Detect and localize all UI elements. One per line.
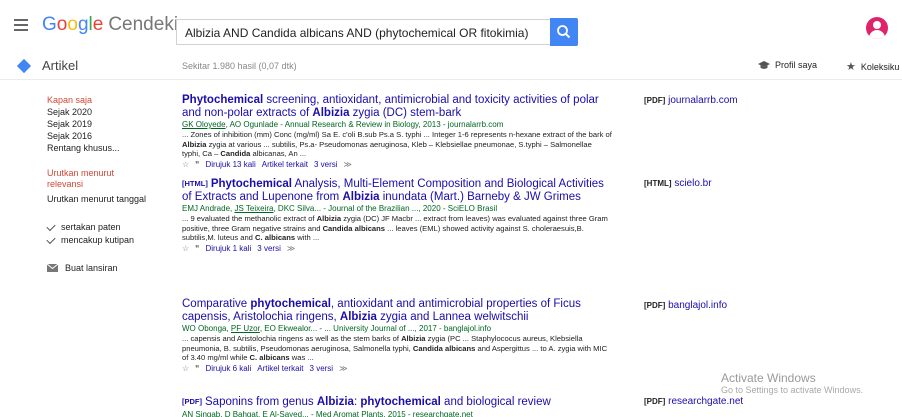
sort-by-relevance[interactable]: Urutkan menurut relevansi — [47, 168, 117, 190]
filter-any-time[interactable]: Kapan saja — [47, 94, 172, 106]
result-actions: ☆ ❞ Dirujuk 13 kali Artikel terkait 3 ve… — [182, 159, 612, 170]
create-alert-link[interactable]: Buat lansiran — [47, 263, 172, 273]
articles-icon — [16, 58, 32, 74]
my-profile-label: Profil saya — [775, 60, 818, 70]
result-actions: ☆ ❞ Dirujuk 6 kali Artikel terkait 3 ver… — [182, 363, 612, 374]
graduation-cap-icon — [758, 60, 770, 69]
result-authors: WO Obonga, PF Uzor, EO Ekwealor... - ...… — [182, 324, 492, 333]
cite-quote-icon[interactable]: ❞ — [195, 363, 199, 374]
create-alert-label: Buat lansiran — [65, 263, 118, 273]
versions-link[interactable]: 3 versi — [314, 159, 338, 170]
versions-link[interactable]: 3 versi — [310, 363, 334, 374]
save-star-icon[interactable]: ☆ — [182, 243, 189, 254]
watermark-subtitle: Go to Settings to activate Windows. — [721, 385, 864, 395]
result-authors: AN Singab, D Bahgat, E Al-Sayed... - Med… — [182, 409, 473, 417]
result-actions: ☆ ❞ Dirujuk 1 kali 3 versi ≫ — [182, 243, 612, 254]
fulltext-link[interactable]: [PDF] researchgate.net — [644, 396, 743, 407]
header-bar: Google Cendekia Albizia AND Candida albic… — [0, 0, 902, 52]
search-result: Phytochemical screening, antioxidant, an… — [182, 94, 612, 170]
include-citations-checkbox[interactable]: mencakup kutipan — [46, 234, 172, 247]
checkmark-icon — [46, 221, 56, 231]
filter-since-2016[interactable]: Sejak 2016 — [47, 130, 172, 142]
cited-by-link[interactable]: Dirujuk 6 kali — [205, 363, 251, 374]
fulltext-link[interactable]: [HTML] scielo.br — [644, 178, 712, 189]
fulltext-link[interactable]: [PDF] journalarrb.com — [644, 95, 738, 106]
subheader-bar: Artikel Sekitar 1.980 hasil (0,07 dtk) P… — [0, 52, 902, 80]
search-result: [PDF] Saponins from genus Albizia: phytoc… — [182, 396, 612, 417]
search-result: Comparative phytochemical, antioxidant a… — [182, 298, 612, 374]
result-title-link[interactable]: Comparative phytochemical, antioxidant a… — [182, 298, 612, 323]
scholar-logo[interactable]: Google Cendekia — [42, 14, 189, 36]
fulltext-site: banglajol.info — [668, 300, 728, 311]
search-icon — [557, 25, 571, 39]
fulltext-site: researchgate.net — [668, 396, 744, 407]
fulltext-site: journalarrb.com — [668, 95, 738, 106]
result-snippet: ... Zones of inhibition (mm) Conc (mg/ml… — [182, 130, 612, 159]
more-options-icon[interactable]: ≫ — [287, 243, 295, 254]
result-snippet: ... 9 evaluated the methanolic extract o… — [182, 214, 608, 243]
activate-windows-watermark: Activate Windows Go to Settings to activ… — [721, 371, 863, 395]
result-title-text: Phytochemical Analysis, Multi-Element Co… — [182, 178, 604, 203]
checkmark-icon — [46, 234, 56, 244]
fulltext-link[interactable]: [PDF] banglajol.info — [644, 300, 727, 311]
save-star-icon[interactable]: ☆ — [182, 159, 189, 170]
cited-by-link[interactable]: Dirujuk 1 kali — [205, 243, 251, 254]
logo-letter: g — [77, 14, 89, 35]
result-format-tag: [PDF] — [182, 397, 202, 406]
logo-letter: e — [92, 14, 104, 35]
filter-since-2019[interactable]: Sejak 2019 — [47, 118, 172, 130]
result-count: Sekitar 1.980 hasil (0,07 dtk) — [182, 61, 297, 71]
include-citations-label: mencakup kutipan — [61, 235, 135, 245]
search-button[interactable] — [550, 18, 578, 46]
logo-letter: G — [42, 14, 57, 35]
articles-label[interactable]: Artikel — [42, 58, 78, 73]
cite-quote-icon[interactable]: ❞ — [195, 243, 199, 254]
star-icon: ★ — [846, 61, 856, 73]
filter-sidebar: Kapan saja Sejak 2020 Sejak 2019 Sejak 2… — [46, 94, 172, 273]
related-articles-link[interactable]: Artikel terkait — [257, 363, 303, 374]
more-options-icon[interactable]: ≫ — [344, 159, 352, 170]
save-star-icon[interactable]: ☆ — [182, 363, 189, 374]
result-title-link[interactable]: [PDF] Saponins from genus Albizia: phytoc… — [182, 396, 612, 409]
related-articles-link[interactable]: Artikel terkait — [262, 159, 308, 170]
result-format-tag: [HTML] — [182, 179, 208, 188]
logo-letter: o — [56, 14, 68, 35]
my-profile-link[interactable]: Profil saya — [758, 60, 817, 70]
fulltext-site: scielo.br — [674, 178, 712, 189]
watermark-title: Activate Windows — [721, 371, 816, 385]
filter-since-2020[interactable]: Sejak 2020 — [47, 106, 172, 118]
search-input[interactable]: Albizia AND Candida albicans AND (phytoc… — [176, 19, 550, 45]
my-library-link[interactable]: ★ Koleksiku — [846, 60, 899, 73]
fulltext-type: [HTML] — [644, 179, 672, 188]
versions-link[interactable]: 3 versi — [257, 243, 281, 254]
more-options-icon[interactable]: ≫ — [339, 363, 347, 374]
result-title-text: Comparative phytochemical, antioxidant a… — [182, 298, 581, 323]
cite-quote-icon[interactable]: ❞ — [195, 159, 199, 170]
my-library-label: Koleksiku — [860, 61, 900, 72]
result-authors: GK Oloyede, AO Ogunlade - Annual Researc… — [182, 120, 504, 129]
result-title-link[interactable]: Phytochemical screening, antioxidant, an… — [182, 94, 612, 119]
include-patents-checkbox[interactable]: sertakan paten — [46, 221, 172, 234]
envelope-icon — [47, 264, 58, 272]
hamburger-menu-icon[interactable] — [14, 19, 28, 31]
account-avatar[interactable] — [866, 17, 888, 39]
result-title-text: Phytochemical screening, antioxidant, an… — [182, 94, 599, 119]
logo-letter: o — [67, 14, 78, 35]
search-result: [HTML] Phytochemical Analysis, Multi-Elem… — [182, 178, 612, 254]
filter-custom-range[interactable]: Rentang khusus... — [47, 142, 172, 154]
result-snippet: ... capensis and Aristolochia ringens as… — [182, 334, 608, 363]
sort-by-date[interactable]: Urutkan menurut tanggal — [47, 193, 172, 205]
fulltext-type: [PDF] — [644, 301, 666, 310]
fulltext-type: [PDF] — [644, 96, 666, 105]
fulltext-type: [PDF] — [644, 397, 666, 406]
result-authors: EMJ Andrade, JS Teixeira, DKC Silva... -… — [182, 204, 498, 213]
result-title-link[interactable]: [HTML] Phytochemical Analysis, Multi-Elem… — [182, 178, 612, 203]
result-title-text: Saponins from genus Albizia: phytochemic… — [205, 396, 551, 408]
cited-by-link[interactable]: Dirujuk 13 kali — [205, 159, 255, 170]
include-patents-label: sertakan paten — [61, 222, 121, 232]
